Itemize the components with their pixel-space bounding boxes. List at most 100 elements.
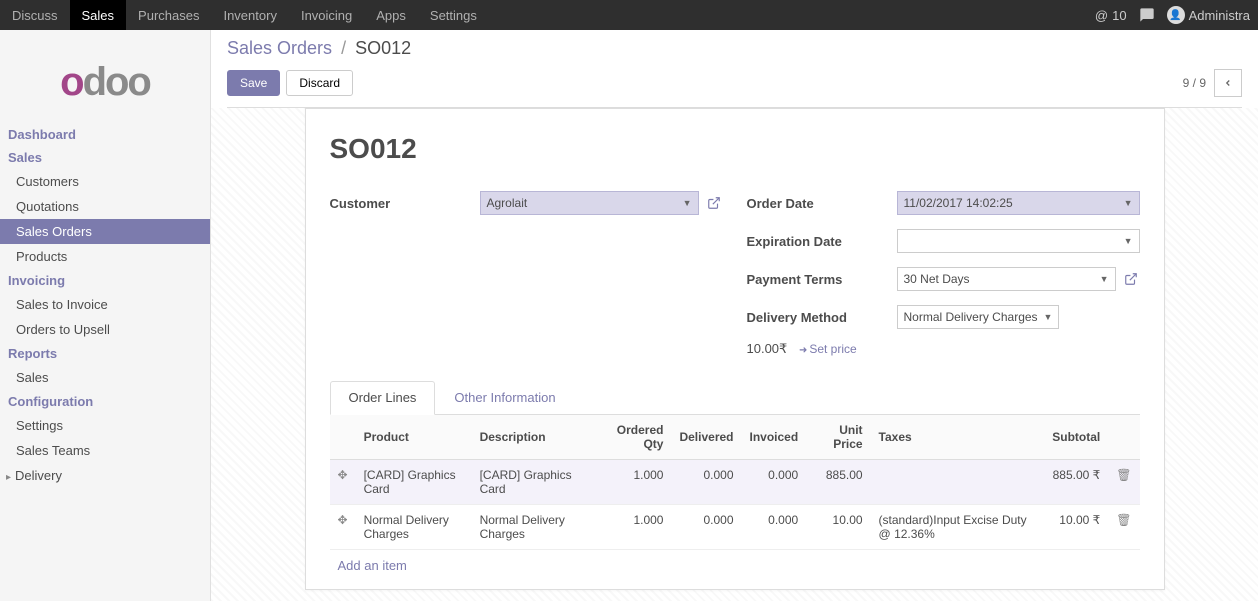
cell-product[interactable]: Normal Delivery Charges (356, 505, 472, 550)
nav-discuss[interactable]: Discuss (0, 0, 70, 30)
order-date-label: Order Date (747, 196, 897, 211)
breadcrumb-current: SO012 (355, 38, 411, 58)
customer-select[interactable]: Agrolait ▼ (480, 191, 699, 215)
cell-description[interactable]: [CARD] Graphics Card (472, 460, 595, 505)
sidebar-item[interactable]: Quotations (0, 194, 210, 219)
sidebar-item[interactable]: Sales to Invoice (0, 292, 210, 317)
sidebar-item[interactable]: Customers (0, 169, 210, 194)
chevron-down-icon: ▼ (683, 198, 692, 208)
chevron-down-icon: ▼ (1124, 236, 1133, 246)
cell-unit-price[interactable]: 885.00 (806, 460, 870, 505)
sidebar-item[interactable]: Settings (0, 413, 210, 438)
expiration-label: Expiration Date (747, 234, 897, 249)
col-subtotal: Subtotal (1044, 415, 1108, 460)
tabs: Order Lines Other Information (330, 381, 1140, 415)
content-area: Sales Orders / SO012 Save Discard 9 / 9 … (211, 30, 1258, 601)
add-item-link[interactable]: Add an item (330, 550, 1140, 581)
sidebar-item[interactable]: Sales Orders (0, 219, 210, 244)
delivery-price: 10.00₹ (747, 341, 788, 356)
pager-text: 9 / 9 (1183, 76, 1206, 90)
breadcrumb-parent[interactable]: Sales Orders (227, 38, 332, 58)
sidebar: odoo DashboardSalesCustomersQuotationsSa… (0, 30, 211, 601)
payment-terms-value: 30 Net Days (904, 272, 970, 286)
user-menu[interactable]: 👤 Administra (1167, 6, 1250, 24)
chevron-left-icon (1223, 78, 1233, 88)
cell-invoiced[interactable]: 0.000 (742, 460, 807, 505)
nav-sales[interactable]: Sales (70, 0, 127, 30)
save-button[interactable]: Save (227, 70, 280, 96)
record-title: SO012 (330, 133, 1140, 165)
payment-terms-select[interactable]: 30 Net Days ▼ (897, 267, 1116, 291)
sidebar-item[interactable]: Sales (0, 365, 210, 390)
sidebar-item[interactable]: Delivery (0, 463, 210, 488)
trash-icon[interactable]: 🗑 (1108, 460, 1139, 505)
customer-value: Agrolait (487, 196, 528, 210)
trash-icon[interactable]: 🗑 (1108, 505, 1139, 550)
chevron-down-icon: ▼ (1100, 274, 1109, 284)
expiration-input[interactable]: ▼ (897, 229, 1140, 253)
col-product: Product (356, 415, 472, 460)
external-link-icon[interactable] (705, 194, 723, 212)
breadcrumb: Sales Orders / SO012 (227, 38, 1242, 59)
sidebar-item[interactable]: Sales Teams (0, 438, 210, 463)
form-sheet: SO012 Customer Agrolait ▼ (305, 108, 1165, 590)
drag-handle-icon[interactable]: ✥ (330, 505, 356, 550)
payment-terms-label: Payment Terms (747, 272, 897, 287)
cell-product[interactable]: [CARD] Graphics Card (356, 460, 472, 505)
set-price-link[interactable]: Set price (799, 342, 857, 356)
cell-description[interactable]: Normal Delivery Charges (472, 505, 595, 550)
at-icon: @ (1095, 8, 1108, 23)
cell-subtotal: 10.00 ₹ (1044, 505, 1108, 550)
cell-delivered[interactable]: 0.000 (671, 460, 741, 505)
delivery-method-value: Normal Delivery Charges (904, 310, 1038, 324)
table-row[interactable]: ✥[CARD] Graphics Card[CARD] Graphics Car… (330, 460, 1140, 505)
cell-subtotal: 885.00 ₹ (1044, 460, 1108, 505)
cell-ordered-qty[interactable]: 1.000 (595, 460, 672, 505)
cell-ordered-qty[interactable]: 1.000 (595, 505, 672, 550)
cell-invoiced[interactable]: 0.000 (742, 505, 807, 550)
pager-prev[interactable] (1214, 69, 1242, 97)
nav-purchases[interactable]: Purchases (126, 0, 211, 30)
cell-taxes[interactable] (871, 460, 1045, 505)
external-link-icon[interactable] (1122, 270, 1140, 288)
nav-apps[interactable]: Apps (364, 0, 418, 30)
drag-handle-icon[interactable]: ✥ (330, 460, 356, 505)
customer-label: Customer (330, 196, 480, 211)
inbox-indicator[interactable]: @ 10 (1095, 8, 1127, 23)
nav-inventory[interactable]: Inventory (211, 0, 288, 30)
tab-other-info[interactable]: Other Information (435, 381, 574, 414)
sidebar-section-title[interactable]: Invoicing (0, 269, 210, 292)
sidebar-section-title[interactable]: Sales (0, 146, 210, 169)
inbox-count: 10 (1112, 8, 1126, 23)
discard-button[interactable]: Discard (286, 70, 353, 96)
sidebar-section-title[interactable]: Configuration (0, 390, 210, 413)
order-lines-table: Product Description Ordered Qty Delivere… (330, 415, 1140, 550)
table-row[interactable]: ✥Normal Delivery ChargesNormal Delivery … (330, 505, 1140, 550)
col-invoiced: Invoiced (742, 415, 807, 460)
cell-taxes[interactable]: (standard)Input Excise Duty @ 12.36% (871, 505, 1045, 550)
chat-icon[interactable] (1139, 7, 1155, 23)
col-ordered-qty: Ordered Qty (595, 415, 672, 460)
col-unit-price: Unit Price (806, 415, 870, 460)
user-name: Administra (1189, 8, 1250, 23)
sidebar-section-title[interactable]: Reports (0, 342, 210, 365)
chevron-down-icon: ▼ (1044, 312, 1053, 322)
col-delivered: Delivered (671, 415, 741, 460)
delivery-method-select[interactable]: Normal Delivery Charges ▼ (897, 305, 1060, 329)
cell-unit-price[interactable]: 10.00 (806, 505, 870, 550)
order-date-value: 11/02/2017 14:02:25 (904, 196, 1013, 210)
sidebar-item[interactable]: Orders to Upsell (0, 317, 210, 342)
col-description: Description (472, 415, 595, 460)
delivery-method-label: Delivery Method (747, 310, 897, 325)
tab-order-lines[interactable]: Order Lines (330, 381, 436, 415)
logo: odoo (60, 60, 150, 105)
sidebar-item[interactable]: Products (0, 244, 210, 269)
avatar: 👤 (1167, 6, 1185, 24)
nav-settings[interactable]: Settings (418, 0, 489, 30)
top-navbar: Discuss Sales Purchases Inventory Invoic… (0, 0, 1258, 30)
nav-invoicing[interactable]: Invoicing (289, 0, 364, 30)
order-date-input[interactable]: 11/02/2017 14:02:25 ▼ (897, 191, 1140, 215)
chevron-down-icon: ▼ (1124, 198, 1133, 208)
sidebar-section-title[interactable]: Dashboard (0, 123, 210, 146)
cell-delivered[interactable]: 0.000 (671, 505, 741, 550)
